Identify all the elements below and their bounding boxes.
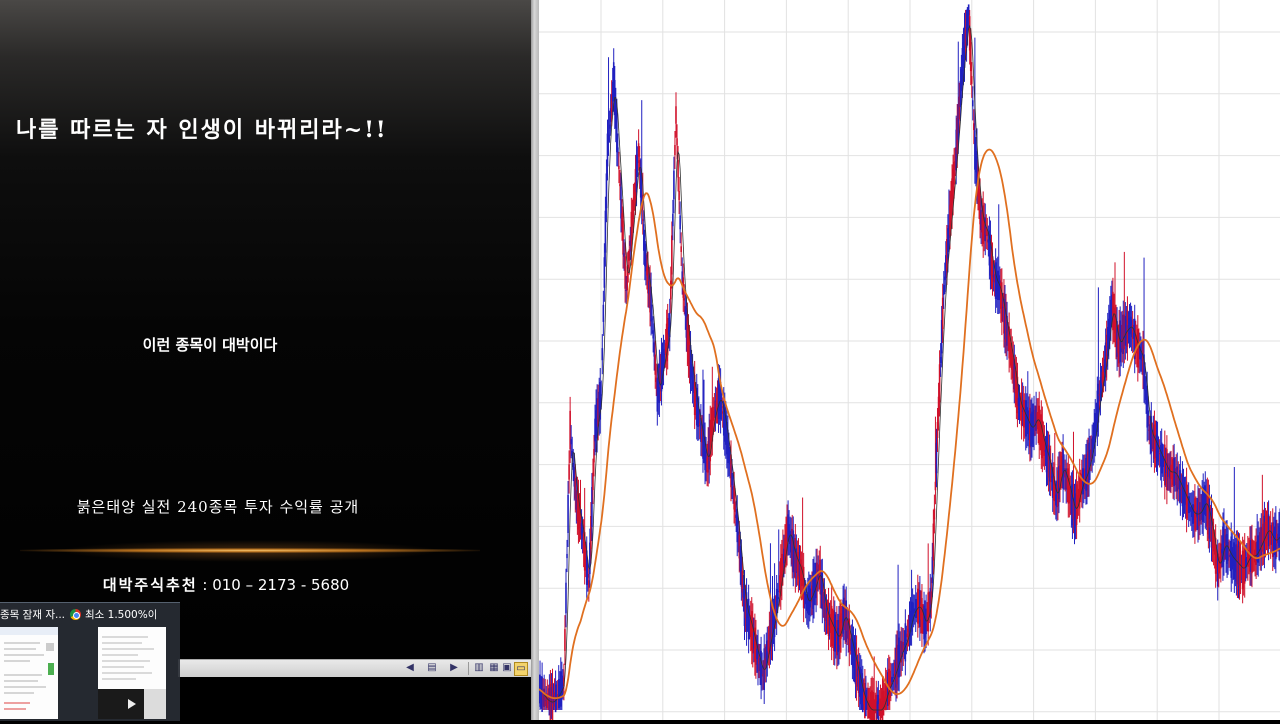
candle-body <box>671 235 673 275</box>
slide-caption: 붉은태양 실전 240종목 투자 수익률 공개 <box>76 498 360 516</box>
candle-body <box>678 190 680 201</box>
candle-body <box>618 165 620 170</box>
notes-icon[interactable]: ▤ <box>426 662 438 674</box>
slide-subtitle: 이런 종목이 대박이다 <box>142 336 278 354</box>
candle-body <box>673 170 675 200</box>
candle-body <box>602 304 605 322</box>
candle-body <box>970 76 973 84</box>
candle-body <box>675 106 677 124</box>
candle-body <box>617 147 619 153</box>
thumb-preview <box>98 627 166 719</box>
candle-body <box>679 215 681 230</box>
candle-body <box>933 508 936 520</box>
slideshow-icon[interactable]: ▭ <box>514 662 528 676</box>
candle-body <box>564 629 566 651</box>
taskbar-preview: 종목 잠재 자... 최소 1.500%이... <box>0 602 180 721</box>
phone-number: : 010 – 2173 - 5680 <box>197 576 350 594</box>
thumb-page-graphic <box>98 636 166 719</box>
chart-canvas <box>538 0 1280 724</box>
candle-body <box>674 144 676 156</box>
sorter-view-icon[interactable]: ▦ <box>488 662 500 674</box>
status-separator <box>468 662 469 675</box>
thumb-page-graphic <box>0 627 58 710</box>
candle-body <box>672 213 674 227</box>
candle-body <box>568 464 570 480</box>
candle-body <box>972 100 974 107</box>
window-divider[interactable] <box>531 0 539 720</box>
candle-body <box>680 246 682 252</box>
chrome-icon <box>70 609 81 620</box>
normal-view-icon[interactable]: ▥ <box>473 662 485 674</box>
candle-body <box>566 553 568 559</box>
next-slide-icon[interactable]: ▶ <box>448 662 460 674</box>
candle-body <box>567 495 569 533</box>
phone-line: 대박주식추천 : 010 – 2173 - 5680 <box>0 574 452 595</box>
slide-title: 나를 따르는 자 인생이 바뀌리라~!! <box>16 117 388 143</box>
prev-slide-icon[interactable]: ◀ <box>404 662 416 674</box>
glow-line <box>20 548 480 553</box>
candle-body <box>565 582 567 614</box>
thumb-title-wrap: 최소 1.500%이... <box>70 607 156 625</box>
phone-label: 대박주식추천 <box>102 576 198 594</box>
thumb-preview <box>0 627 58 719</box>
thumb-title: 최소 1.500%이... <box>85 609 156 621</box>
reading-view-icon[interactable]: ▣ <box>501 662 513 674</box>
candle-body <box>601 348 604 361</box>
taskbar-thumb-2[interactable]: 최소 1.500%이... <box>70 603 166 721</box>
candle-body <box>677 159 679 178</box>
status-bar: ◀ ▤ ▶ ▥ ▦ ▣ ▭ <box>178 659 531 677</box>
stock-chart <box>538 0 1280 724</box>
candle-body <box>676 138 678 146</box>
